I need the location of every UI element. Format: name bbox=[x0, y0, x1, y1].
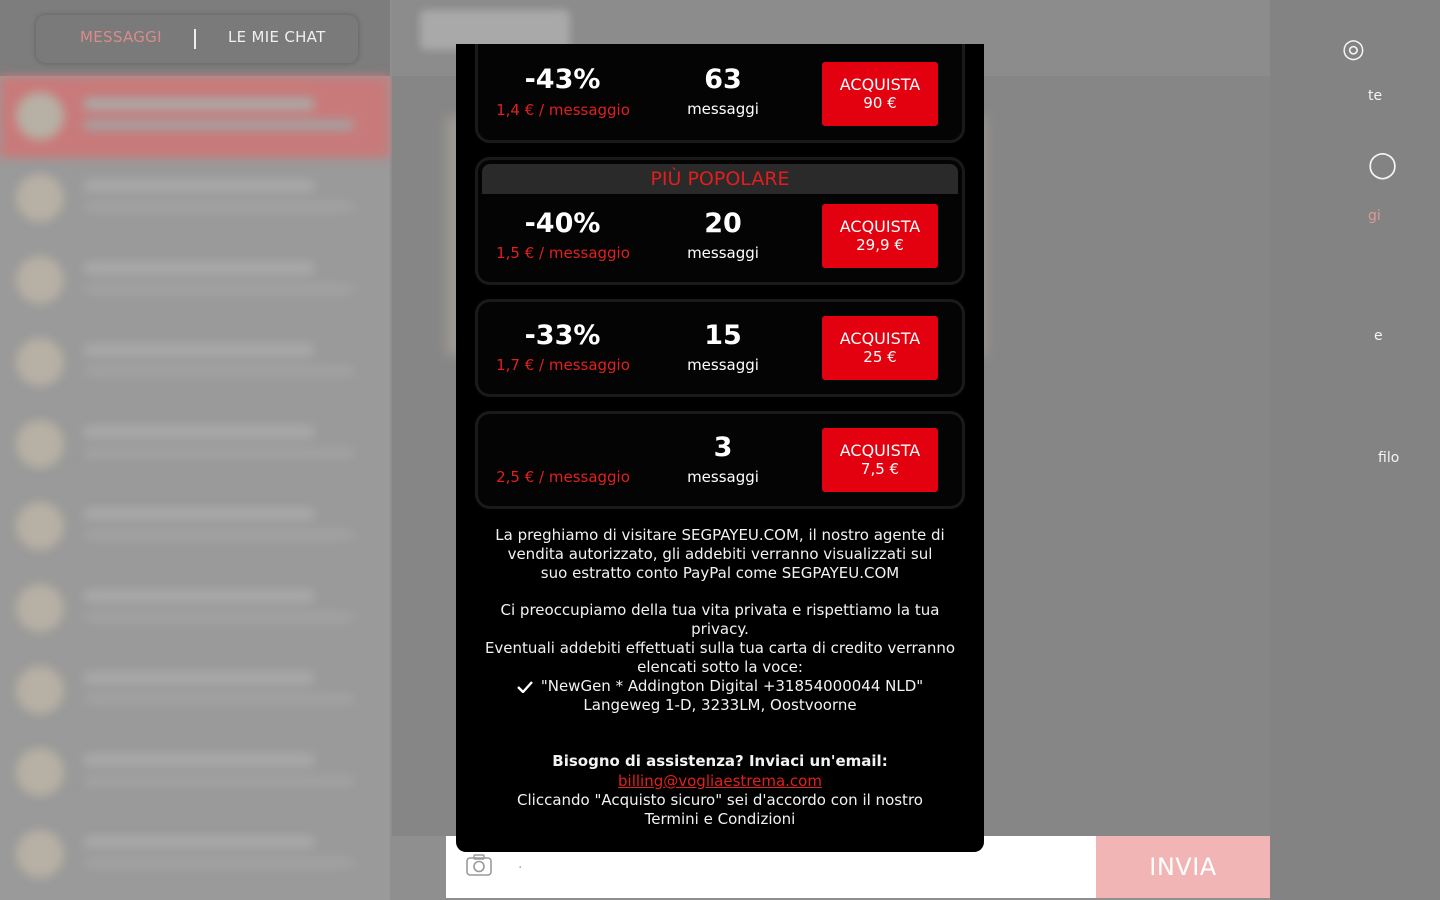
billing-descriptor-line: "NewGen * Addington Digital +31854000044… bbox=[476, 677, 964, 696]
buy-button-label: ACQUISTA bbox=[839, 441, 921, 460]
buy-button-63[interactable]: ACQUISTA 90 € bbox=[822, 62, 938, 126]
buy-button-label: ACQUISTA bbox=[839, 75, 921, 94]
billing-email-link[interactable]: billing@vogliaestrema.com bbox=[618, 772, 822, 790]
buy-button-15[interactable]: ACQUISTA 25 € bbox=[822, 316, 938, 380]
avatar bbox=[16, 584, 64, 632]
privacy-notice: Ci preoccupiamo della tua vita privata e… bbox=[500, 601, 940, 638]
package-discount: -40% bbox=[524, 208, 601, 239]
send-button[interactable]: INVIA bbox=[1096, 836, 1270, 898]
package-card-20: PIÙ POPOLARE -40% 1,5 € / messaggio 20 m… bbox=[478, 160, 962, 282]
ring-icon[interactable]: ◯ bbox=[1368, 150, 1397, 180]
buy-button-price: 90 € bbox=[863, 94, 897, 112]
panel-item-3[interactable]: e bbox=[1374, 328, 1383, 344]
avatar bbox=[16, 174, 64, 222]
package-count: 20 bbox=[704, 208, 742, 239]
package-count: 15 bbox=[704, 320, 742, 351]
package-count-label: messaggi bbox=[687, 356, 759, 374]
terms-row: Termini e Condizioni bbox=[476, 810, 964, 829]
list-item[interactable] bbox=[0, 568, 390, 650]
list-item[interactable] bbox=[0, 404, 390, 486]
avatar bbox=[16, 502, 64, 550]
avatar bbox=[16, 256, 64, 304]
package-discount: -33% bbox=[524, 320, 601, 351]
package-price-per-message: 2,5 € / messaggio bbox=[496, 468, 630, 486]
most-popular-badge: PIÙ POPOLARE bbox=[482, 164, 958, 194]
avatar bbox=[16, 748, 64, 796]
avatar bbox=[16, 420, 64, 468]
package-price-per-message: 1,5 € / messaggio bbox=[496, 244, 630, 262]
buy-button-price: 29,9 € bbox=[856, 236, 904, 254]
package-count-label: messaggi bbox=[687, 244, 759, 262]
billing-descriptor: "NewGen * Addington Digital +31854000044… bbox=[540, 677, 924, 695]
charges-notice: Eventuali addebiti effettuati sulla tua … bbox=[484, 639, 956, 676]
chat-list bbox=[0, 76, 390, 896]
profile-panel: ◎ te ◯ gi e filo bbox=[1270, 0, 1440, 900]
avatar bbox=[16, 338, 64, 386]
conversation-sidebar: MESSAGGI LE MIE CHAT bbox=[0, 0, 390, 900]
check-icon bbox=[516, 680, 533, 693]
list-item[interactable] bbox=[0, 732, 390, 814]
tab-separator bbox=[194, 29, 196, 49]
avatar bbox=[16, 830, 64, 878]
package-count: 63 bbox=[704, 64, 742, 95]
package-price-per-message: 1,7 € / messaggio bbox=[496, 356, 630, 374]
terms-prefix: Cliccando "Acquisto sicuro" sei d'accord… bbox=[517, 791, 923, 809]
tab-messaggi[interactable]: MESSAGGI bbox=[80, 28, 162, 46]
list-item[interactable] bbox=[0, 76, 390, 158]
billing-address: Langeweg 1-D, 3233LM, Oostvoorne bbox=[583, 696, 857, 714]
panel-item-4[interactable]: filo bbox=[1378, 450, 1399, 466]
package-card-3: 2,5 € / messaggio 3 messaggi ACQUISTA 7,… bbox=[478, 414, 962, 506]
package-discount: -43% bbox=[524, 64, 601, 95]
purchase-modal: -43% 1,4 € / messaggio 63 messaggi ACQUI… bbox=[456, 44, 984, 852]
message-input[interactable]: . bbox=[518, 856, 522, 872]
panel-item-2[interactable]: gi bbox=[1368, 208, 1381, 224]
buy-button-price: 25 € bbox=[863, 348, 897, 366]
list-item[interactable] bbox=[0, 486, 390, 568]
buy-button-label: ACQUISTA bbox=[839, 329, 921, 348]
agent-notice: La preghiamo di visitare SEGPAYEU.COM, i… bbox=[495, 526, 945, 582]
list-item[interactable] bbox=[0, 158, 390, 240]
avatar bbox=[16, 92, 64, 140]
list-item[interactable] bbox=[0, 814, 390, 896]
tab-switcher: MESSAGGI LE MIE CHAT bbox=[36, 15, 358, 63]
package-price-per-message: 1,4 € / messaggio bbox=[496, 101, 630, 119]
list-item[interactable] bbox=[0, 650, 390, 732]
avatar bbox=[16, 666, 64, 714]
package-count-label: messaggi bbox=[687, 468, 759, 486]
package-card-15: -33% 1,7 € / messaggio 15 messaggi ACQUI… bbox=[478, 302, 962, 394]
package-count-label: messaggi bbox=[687, 100, 759, 118]
tab-my-chats[interactable]: LE MIE CHAT bbox=[228, 28, 326, 46]
list-item[interactable] bbox=[0, 322, 390, 404]
terms-link[interactable]: Termini e Condizioni bbox=[645, 810, 796, 828]
list-item[interactable] bbox=[0, 240, 390, 322]
help-title: Bisogno di assistenza? Inviaci un'email: bbox=[552, 752, 888, 770]
package-card-63: -43% 1,4 € / messaggio 63 messaggi ACQUI… bbox=[478, 44, 962, 140]
package-count: 3 bbox=[713, 432, 733, 463]
settings-icon[interactable]: ◎ bbox=[1342, 34, 1365, 64]
help-email-row: billing@vogliaestrema.com bbox=[476, 772, 964, 791]
panel-item-1[interactable]: te bbox=[1368, 88, 1382, 104]
buy-button-label: ACQUISTA bbox=[839, 217, 921, 236]
buy-button-20[interactable]: ACQUISTA 29,9 € bbox=[822, 204, 938, 268]
buy-button-price: 7,5 € bbox=[860, 460, 900, 478]
buy-button-3[interactable]: ACQUISTA 7,5 € bbox=[822, 428, 938, 492]
sidebar-tabs: MESSAGGI LE MIE CHAT bbox=[0, 0, 390, 76]
camera-icon[interactable] bbox=[466, 854, 492, 876]
